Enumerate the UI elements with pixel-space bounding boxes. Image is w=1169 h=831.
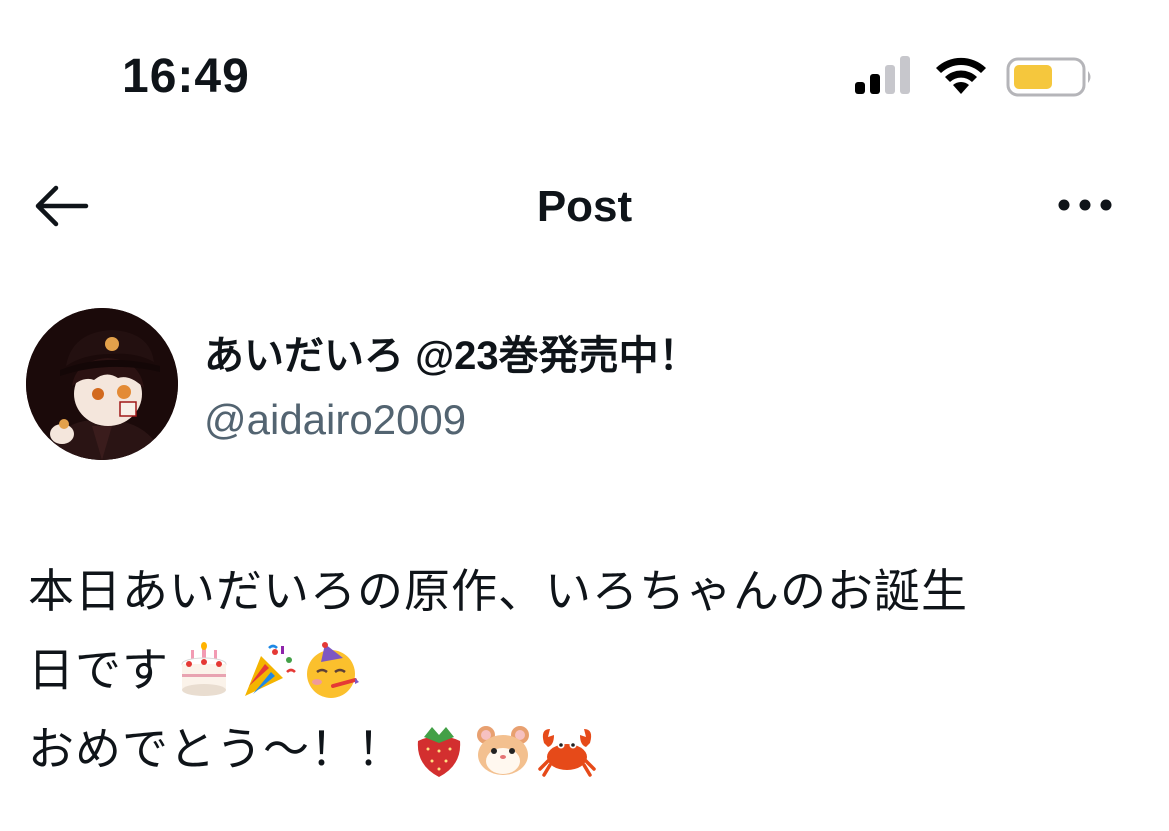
party-popper-icon bbox=[245, 644, 296, 696]
author-handle[interactable]: @aidairo2009 bbox=[204, 394, 466, 446]
post-text-line2: 日です bbox=[28, 644, 169, 696]
post-author: あいだいろ @23巻発売中！ @aidairo2009 bbox=[0, 300, 1169, 470]
cellular-signal-icon bbox=[855, 56, 910, 94]
page-title: Post bbox=[536, 182, 633, 231]
post-text-line: 本日あいだいろの原作、いろちゃんのお誕生 bbox=[28, 552, 1138, 631]
hamster-icon bbox=[477, 725, 529, 775]
author-display-name[interactable]: あいだいろ @23巻発売中！ bbox=[204, 330, 699, 382]
post-text-line3: おめでとう〜！！ bbox=[28, 723, 404, 775]
wifi-icon bbox=[936, 57, 986, 94]
status-bar: 16:49 bbox=[0, 0, 1169, 150]
avatar-illustration bbox=[26, 308, 178, 460]
strawberry-icon bbox=[417, 726, 461, 777]
nav-bar: Post bbox=[0, 160, 1169, 254]
status-time: 16:49 bbox=[122, 50, 250, 103]
battery-icon bbox=[1006, 57, 1091, 97]
post-text-line: 日です bbox=[28, 631, 1138, 710]
more-options-icon[interactable] bbox=[1054, 190, 1116, 220]
avatar[interactable] bbox=[26, 308, 178, 460]
partying-face-icon bbox=[307, 641, 359, 698]
post-text-line1: 本日あいだいろの原作、いろちゃんのお誕生 bbox=[28, 565, 968, 617]
post-text-line: おめでとう〜！！ bbox=[28, 710, 1138, 789]
birthday-cake-icon bbox=[181, 641, 227, 696]
post-body: 本日あいだいろの原作、いろちゃんのお誕生 日です おめでとう〜！！ bbox=[28, 552, 1138, 789]
crab-icon bbox=[538, 728, 596, 777]
